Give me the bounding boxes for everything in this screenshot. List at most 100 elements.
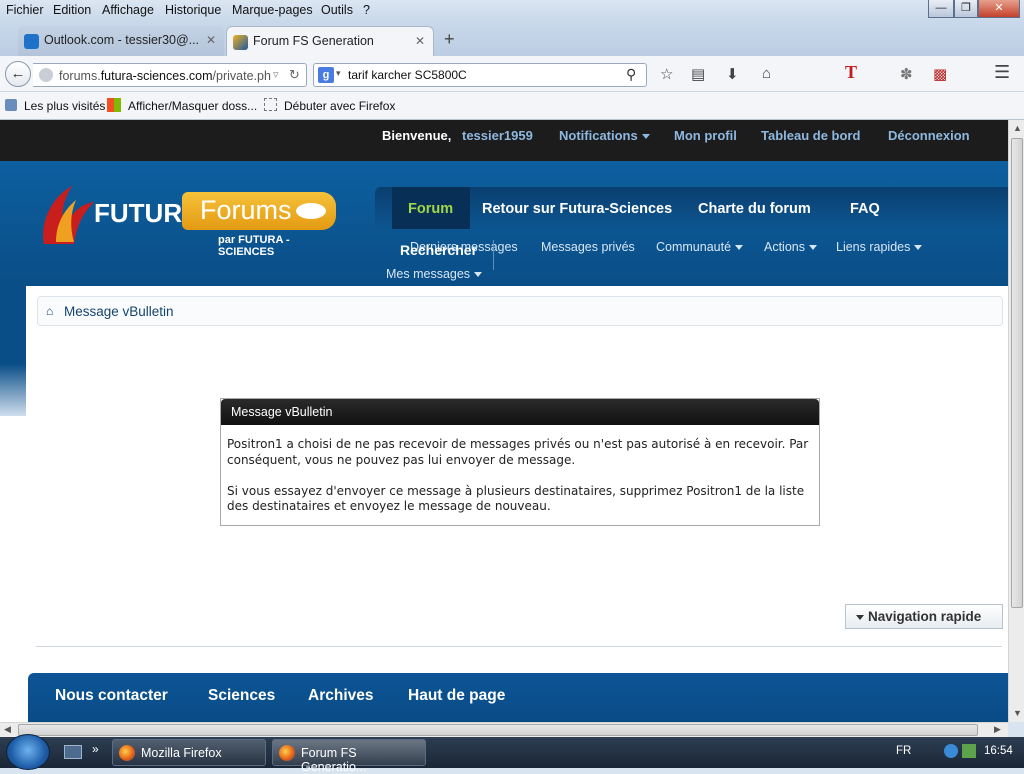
search-icon[interactable]: ⚲ bbox=[626, 66, 636, 83]
text-icon[interactable]: T bbox=[845, 62, 857, 83]
tab-forum[interactable]: Forum FS Generation ✕ bbox=[226, 26, 434, 56]
network-icon[interactable] bbox=[962, 744, 976, 758]
breadcrumb-current: Message vBulletin bbox=[64, 304, 174, 319]
engine-dropdown-icon[interactable]: ▾ bbox=[336, 68, 341, 79]
download-icon[interactable]: ⬇ bbox=[726, 65, 739, 83]
home-icon[interactable]: ⌂ bbox=[46, 304, 53, 318]
footer-sciences-link[interactable]: Sciences bbox=[208, 687, 275, 705]
menu-icon[interactable]: ☰ bbox=[994, 62, 1010, 83]
show-desktop-icon[interactable] bbox=[64, 745, 82, 759]
page-viewport: Bienvenue, tessier1959 Notifications Mon… bbox=[0, 120, 1008, 722]
search-bar: g ▾ ⚲ bbox=[313, 63, 647, 87]
welcome-text: Bienvenue, bbox=[382, 128, 452, 143]
footer-top-link[interactable]: Haut de page bbox=[408, 687, 505, 705]
subnav-quick-links[interactable]: Liens rapides bbox=[836, 240, 923, 254]
horizontal-scrollbar[interactable]: ◀ ▶ bbox=[0, 722, 1008, 737]
vertical-scroll-thumb[interactable] bbox=[1011, 138, 1023, 608]
reload-icon[interactable]: ↻ bbox=[289, 67, 300, 83]
maximize-button[interactable]: ❐ bbox=[954, 0, 978, 18]
taskbar-firefox[interactable]: Mozilla Firefox bbox=[112, 739, 266, 766]
message-box: Message vBulletin Positron1 a choisi de … bbox=[220, 398, 820, 526]
breadcrumb: ⌂ Message vBulletin bbox=[37, 296, 1003, 326]
pdf-icon[interactable]: ▩ bbox=[933, 65, 947, 83]
back-button[interactable]: ← bbox=[5, 61, 31, 87]
taskbar-forum[interactable]: Forum FS Generatio... bbox=[272, 739, 426, 774]
notifications-link[interactable]: Notifications bbox=[559, 128, 650, 143]
tray-icon[interactable] bbox=[944, 744, 958, 758]
logout-link[interactable]: Déconnexion bbox=[888, 128, 970, 143]
tab-label: Outlook.com - tessier30@... bbox=[44, 33, 200, 47]
scroll-up-icon[interactable]: ▲ bbox=[1013, 123, 1022, 133]
extension-icon[interactable]: ✽ bbox=[900, 65, 913, 83]
home-icon[interactable]: ⌂ bbox=[762, 65, 771, 82]
chevron-down-icon bbox=[641, 134, 650, 140]
username-link[interactable]: tessier1959 bbox=[462, 128, 533, 143]
chevron-right-icon[interactable]: » bbox=[92, 742, 99, 756]
menu-historique[interactable]: Historique bbox=[165, 3, 221, 17]
divider bbox=[36, 646, 1002, 647]
footer-bar: Nous contacter Sciences Archives Haut de… bbox=[28, 673, 1008, 722]
bookmark-icon bbox=[5, 99, 17, 111]
scroll-left-icon[interactable]: ◀ bbox=[4, 724, 11, 735]
footer-archives-link[interactable]: Archives bbox=[308, 687, 373, 705]
quick-navigation-label: Navigation rapide bbox=[868, 609, 982, 624]
quick-navigation-button[interactable]: Navigation rapide bbox=[845, 604, 1003, 629]
menu-outils[interactable]: Outils bbox=[321, 3, 353, 17]
nav-back-to-futura[interactable]: Retour sur Futura-Sciences bbox=[482, 201, 672, 217]
menu-marque-pages[interactable]: Marque-pages bbox=[232, 3, 313, 17]
logo-par-text: par FUTURA - SCIENCES bbox=[218, 234, 290, 258]
bookmark-getting-started[interactable]: Débuter avec Firefox bbox=[284, 99, 395, 113]
bookmark-most-visited[interactable]: Les plus visités bbox=[24, 99, 105, 113]
nav-forum[interactable]: Forum bbox=[408, 201, 453, 217]
new-tab-icon[interactable]: + bbox=[444, 29, 455, 50]
menu-help[interactable]: ? bbox=[363, 3, 370, 17]
search-link[interactable]: Rechercher bbox=[400, 242, 477, 258]
bookmarks-menu-icon[interactable]: ▤ bbox=[691, 65, 705, 83]
dropdown-icon[interactable]: ▿ bbox=[273, 68, 279, 81]
taskbar: » Mozilla Firefox Forum FS Generatio... … bbox=[0, 734, 1024, 774]
menu-bar: Fichier Edition Affichage Historique Mar… bbox=[0, 0, 1024, 22]
message-paragraph-2: Si vous essayez d'envoyer ce message à p… bbox=[227, 483, 805, 514]
scroll-right-icon[interactable]: ▶ bbox=[994, 724, 1001, 735]
nav-faq[interactable]: FAQ bbox=[850, 201, 880, 217]
bookmark-toggle-folders[interactable]: Afficher/Masquer doss... bbox=[128, 99, 257, 113]
vertical-scrollbar[interactable]: ▲ ▼ bbox=[1008, 120, 1024, 722]
horizontal-scroll-thumb[interactable] bbox=[18, 724, 978, 736]
start-button[interactable] bbox=[6, 734, 50, 770]
divider bbox=[493, 240, 494, 270]
language-indicator[interactable]: FR bbox=[896, 745, 911, 757]
close-tab-icon[interactable]: ✕ bbox=[415, 34, 425, 48]
chevron-down-icon bbox=[914, 245, 923, 251]
tab-outlook[interactable]: Outlook.com - tessier30@... ✕ bbox=[18, 26, 224, 56]
nav-charter[interactable]: Charte du forum bbox=[698, 201, 811, 217]
chevron-down-icon bbox=[474, 272, 483, 278]
dashboard-link[interactable]: Tableau de bord bbox=[761, 128, 860, 143]
logo-flame-icon bbox=[43, 186, 94, 244]
subnav-private-messages[interactable]: Messages privés bbox=[541, 240, 635, 254]
firefox-icon bbox=[119, 745, 135, 761]
menu-edition[interactable]: Edition bbox=[53, 3, 91, 17]
subnav-actions[interactable]: Actions bbox=[764, 240, 817, 254]
subnav-my-messages[interactable]: Mes messages bbox=[386, 267, 483, 281]
futura-forums-logo[interactable]: FUTURA Forums par FUTURA - SCIENCES bbox=[36, 184, 340, 258]
menu-fichier[interactable]: Fichier bbox=[6, 3, 44, 17]
scroll-down-icon[interactable]: ▼ bbox=[1013, 708, 1022, 718]
google-icon[interactable]: g bbox=[318, 67, 334, 83]
url-bar[interactable]: forums.futura-sciences.com/private.ph ▿ … bbox=[33, 63, 307, 87]
bookmark-star-icon[interactable]: ☆ bbox=[660, 65, 673, 83]
footer-contact-link[interactable]: Nous contacter bbox=[55, 687, 168, 705]
content-area: ⌂ Message vBulletin Message vBulletin Po… bbox=[26, 286, 1008, 666]
menu-affichage[interactable]: Affichage bbox=[102, 3, 154, 17]
search-input[interactable] bbox=[348, 67, 618, 83]
logo-forums-text: Forums bbox=[200, 195, 292, 225]
chevron-down-icon bbox=[735, 245, 744, 251]
close-tab-icon[interactable]: ✕ bbox=[206, 33, 216, 47]
url-text: forums.futura-sciences.com/private.ph bbox=[59, 69, 271, 83]
profile-link[interactable]: Mon profil bbox=[674, 128, 737, 143]
close-window-button[interactable]: ✕ bbox=[978, 0, 1020, 18]
clock[interactable]: 16:54 bbox=[984, 745, 1013, 757]
tab-label: Forum FS Generation bbox=[253, 34, 374, 48]
subnav-community[interactable]: Communauté bbox=[656, 240, 744, 254]
tab-bar: Outlook.com - tessier30@... ✕ Forum FS G… bbox=[0, 22, 1024, 56]
minimize-button[interactable]: — bbox=[928, 0, 954, 18]
